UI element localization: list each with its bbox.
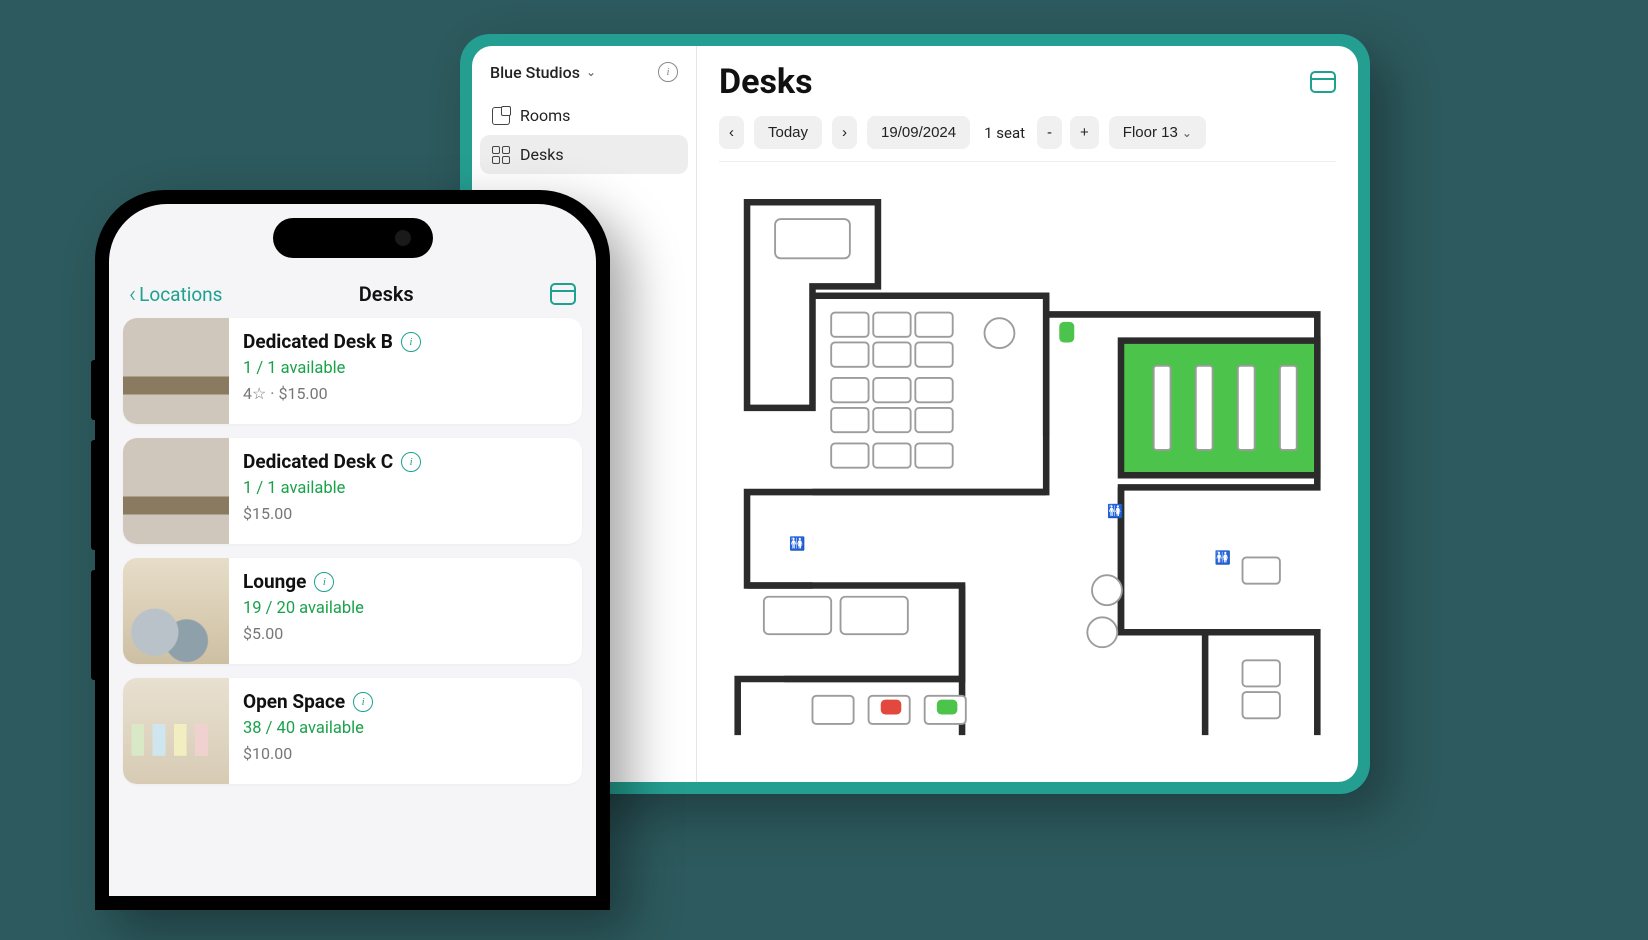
chevron-down-icon: ⌄ [1182,126,1192,140]
sidebar-item-label: Desks [520,145,564,164]
desk-list: Dedicated Desk B i 1 / 1 available 4☆ · $15… [109,318,596,784]
seat-plus-button[interactable]: + [1070,116,1099,149]
today-button[interactable]: Today [754,116,822,149]
chevron-left-icon: ‹ [129,282,136,306]
info-icon[interactable]: i [353,692,373,712]
prev-button[interactable]: ‹ [719,116,744,149]
phone-notch [273,218,433,258]
floorplan[interactable]: 🚻 🚻 🚻 [719,161,1336,766]
list-item[interactable]: Loungei 19 / 20 available $5.00 [123,558,582,664]
phone-device: ‹ Locations Desks Dedicated Desk B i 1 / 1… [95,190,610,910]
item-meta: $5.00 [243,624,364,643]
seat-count: 1 seat [980,124,1029,142]
calendar-icon[interactable] [550,283,576,305]
main-content: Desks ‹ Today › 19/09/2024 1 seat - + Fl… [697,46,1358,782]
back-label: Locations [139,283,222,306]
item-meta: $15.00 [243,504,421,523]
chevron-down-icon: ⌄ [586,65,596,79]
phone-screen: ‹ Locations Desks Dedicated Desk B i 1 / 1… [109,204,596,896]
item-title: Lounge [243,570,306,593]
info-icon[interactable]: i [658,62,678,82]
calendar-icon[interactable] [1310,71,1336,93]
seat-stepper: 1 seat - + [980,116,1099,149]
item-title: Dedicated Desk B [243,330,393,353]
workspace-name: Blue Studios [490,63,580,82]
item-meta: 4☆ · $15.00 [243,384,421,403]
date-picker[interactable]: 19/09/2024 [867,116,970,149]
desk-available-icon [1059,322,1074,343]
thumbnail [123,438,229,544]
item-title: Dedicated Desk C [243,450,393,473]
item-availability: 1 / 1 available [243,479,421,498]
workspace-switcher[interactable]: Blue Studios ⌄ [490,63,596,82]
item-title: Open Space [243,690,345,713]
thumbnail [123,318,229,424]
thumbnail [123,678,229,784]
restroom-icon: 🚻 [789,536,805,551]
info-icon[interactable]: i [401,452,421,472]
floor-picker[interactable]: Floor 13 ⌄ [1109,116,1206,149]
restroom-icon: 🚻 [1214,550,1230,565]
toolbar: ‹ Today › 19/09/2024 1 seat - + Floor 13… [719,116,1336,149]
floor-label: Floor 13 [1123,124,1178,141]
seat-minus-button[interactable]: - [1037,116,1062,149]
item-availability: 19 / 20 available [243,599,364,618]
desks-icon [492,146,510,164]
page-title: Desks [719,62,813,102]
info-icon[interactable]: i [401,332,421,352]
list-item[interactable]: Open Space i 38 / 40 available $10.00 [123,678,582,784]
rooms-icon [492,107,510,125]
item-availability: 38 / 40 available [243,719,373,738]
screen-title: Desks [359,282,414,306]
info-icon[interactable]: i [314,572,334,592]
list-item[interactable]: Dedicated Desk B i 1 / 1 available 4☆ · $15… [123,318,582,424]
back-button[interactable]: ‹ Locations [129,282,222,306]
item-availability: 1 / 1 available [243,359,421,378]
desk-occupied-icon [881,700,902,715]
thumbnail [123,558,229,664]
sidebar-item-label: Rooms [520,106,570,125]
sidebar-item-desks[interactable]: Desks [480,135,688,174]
item-meta: $10.00 [243,744,373,763]
next-button[interactable]: › [832,116,857,149]
restroom-icon: 🚻 [1107,503,1123,518]
list-item[interactable]: Dedicated Desk C i 1 / 1 available $15.00 [123,438,582,544]
sidebar-item-rooms[interactable]: Rooms [480,96,688,135]
desk-available-icon [937,700,958,715]
